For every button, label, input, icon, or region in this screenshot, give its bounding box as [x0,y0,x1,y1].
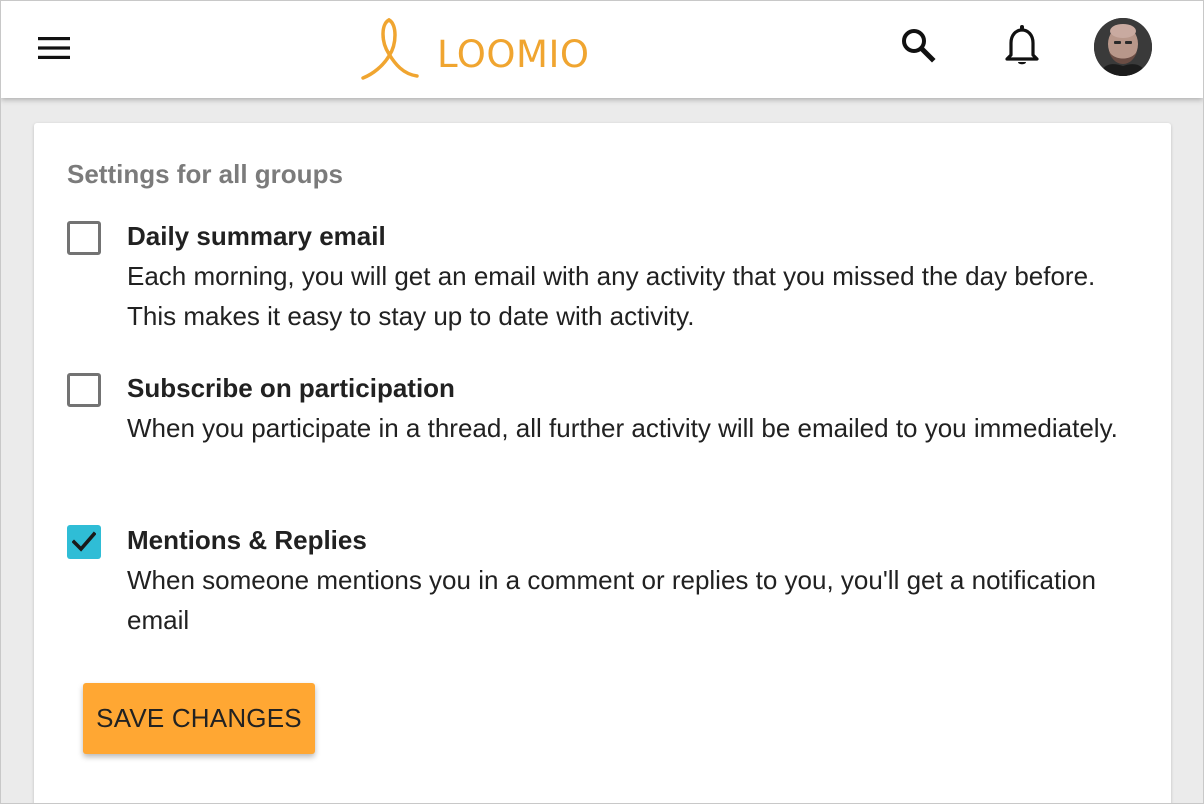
menu-button[interactable] [29,29,79,71]
daily-summary-checkbox[interactable] [67,221,101,255]
option-label[interactable]: Subscribe on participation [127,371,1127,405]
top-navigation-bar: LOOMIO [1,1,1203,98]
save-changes-button[interactable]: SAVE CHANGES [83,683,315,754]
subscribe-on-participation-checkbox[interactable] [67,373,101,407]
loomio-logo[interactable]: LOOMIO [359,15,590,87]
email-settings-card: Settings for all groups Daily summary em… [34,123,1171,803]
section-title: Settings for all groups [67,159,343,189]
notifications-button[interactable] [998,23,1046,71]
bell-icon [1002,23,1042,72]
logo-wordmark: LOOMIO [437,32,590,76]
option-label[interactable]: Daily summary email [127,219,1127,253]
hamburger-menu-icon [38,36,70,64]
option-description: Each morning, you will get an email with… [127,261,1096,331]
search-button[interactable] [894,23,942,71]
option-description: When someone mentions you in a comment o… [127,565,1096,635]
app-window: LOOMIO Settings for all groups Daily sum… [0,0,1204,804]
loomio-logo-icon [359,14,429,89]
option-description: When you participate in a thread, all fu… [127,413,1118,443]
mentions-replies-checkbox[interactable] [67,525,101,559]
search-icon [898,25,938,70]
user-avatar[interactable] [1094,18,1152,76]
option-label[interactable]: Mentions & Replies [127,523,1127,557]
